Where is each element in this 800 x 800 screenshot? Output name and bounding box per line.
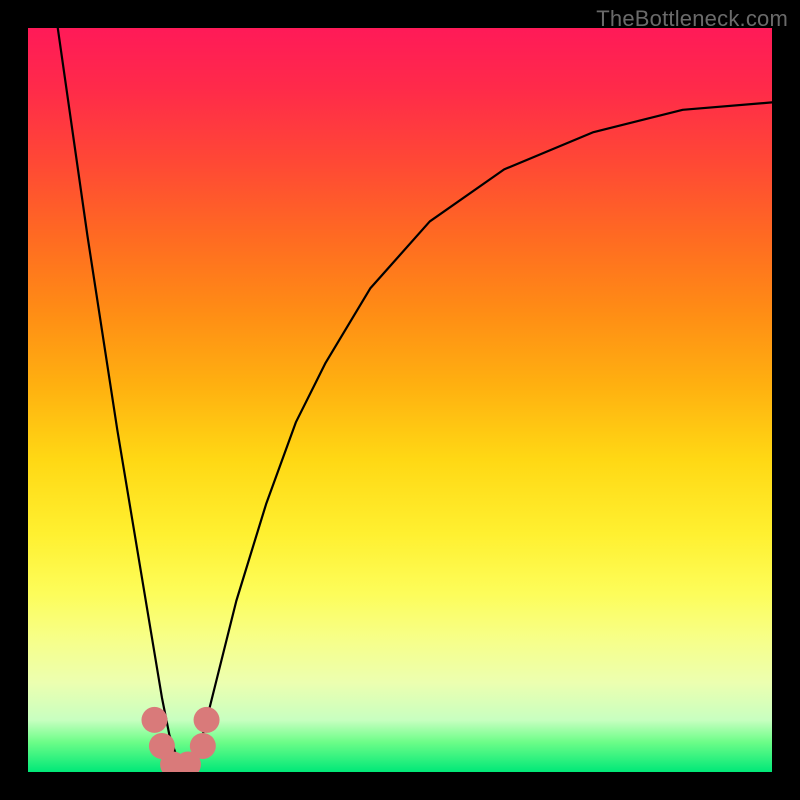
watermark-text: TheBottleneck.com: [596, 6, 788, 32]
plot-area: [28, 28, 772, 772]
chart-frame: TheBottleneck.com: [0, 0, 800, 800]
gradient-background: [28, 28, 772, 772]
